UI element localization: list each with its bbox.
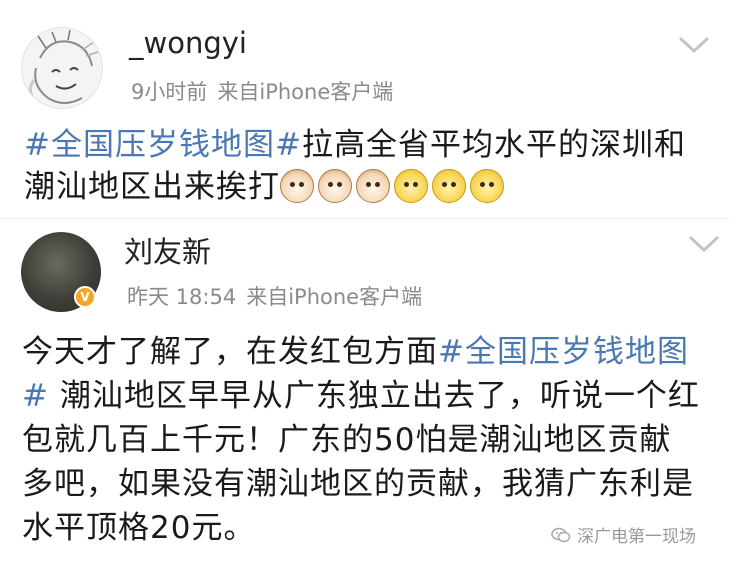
dog-emoji-icon [432,169,466,203]
verified-badge-icon: V [74,286,96,308]
post-content: 今天才了解了，在发红包方面#全国压岁钱地图# 潮汕地区早早从广东独立出去了，听说… [22,330,702,550]
weibo-post: _wongyi 9小时前 来自iPhone客户端 #全国压岁钱地图#拉高全省平均水… [0,0,729,215]
post-meta: 9小时前 来自iPhone客户端 [131,76,393,106]
chevron-down-icon[interactable] [677,35,711,55]
weibo-post: V 刘友新 昨天 18:54 来自iPhone客户端 今天才了解了，在发红包方面#… [0,222,729,565]
post-source: 来自iPhone客户端 [246,285,423,309]
wechat-icon [551,527,571,542]
username[interactable]: 刘友新 [124,229,211,271]
watermark-text: 深广电第一现场 [577,527,696,547]
post-source: 来自iPhone客户端 [217,80,394,104]
username[interactable]: _wongyi [129,26,247,60]
post-meta: 昨天 18:54 来自iPhone客户端 [127,281,422,311]
cat-emoji-icon [280,169,314,203]
dog-emoji-icon [394,169,428,203]
post-time: 昨天 18:54 [127,285,237,309]
hashtag-link[interactable]: #全国压岁钱地图# [24,127,302,163]
cat-emoji-icon [318,169,352,203]
divider [0,218,729,219]
cat-emoji-icon [356,169,390,203]
post-time: 9小时前 [131,80,208,104]
sketch-face-icon [28,29,99,104]
dog-emoji-icon [470,169,504,203]
post-content: #全国压岁钱地图#拉高全省平均水平的深圳和潮汕地区出来挨打 [24,124,714,208]
avatar[interactable] [21,27,103,109]
post-text: 今天才了解了，在发红包方面 [22,334,438,370]
chevron-down-icon[interactable] [687,234,721,254]
watermark: 深广电第一现场 [551,522,696,547]
post-text: 潮汕地区早早从广东独立出去了，听说一个红包就几百上千元！广东的50怕是潮汕地区贡… [22,378,700,546]
